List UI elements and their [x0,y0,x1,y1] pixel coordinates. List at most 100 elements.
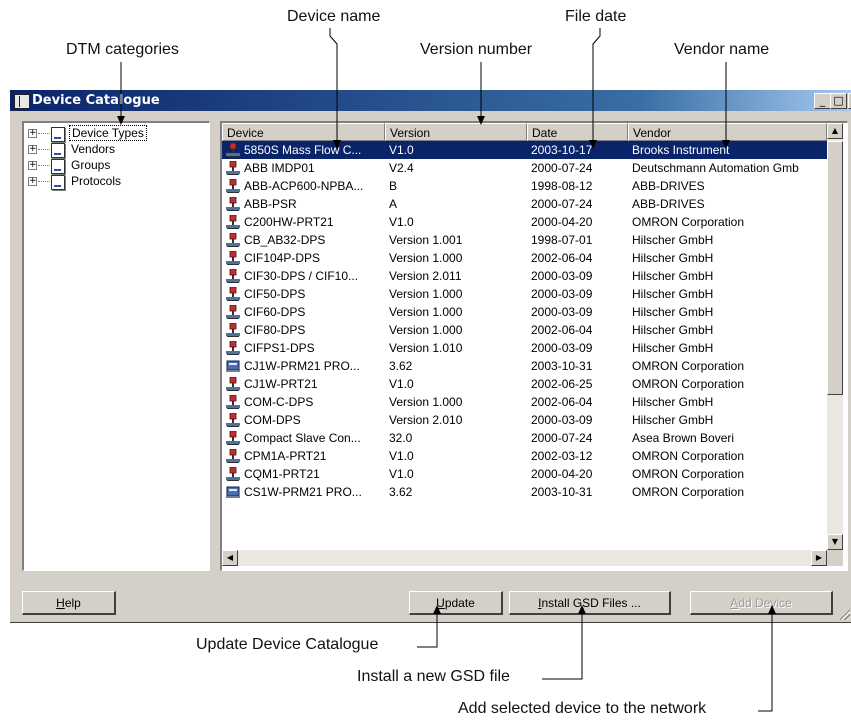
column-header-date[interactable]: Date [527,123,628,141]
device-row[interactable]: CIFPS1-DPS Version 1.010 2000-03-09 Hilsche… [222,339,827,357]
scroll-up-button[interactable]: ▲ [827,123,843,139]
cell-version: Version 1.000 [389,323,463,337]
device-row[interactable]: CJ1W-PRT21 V1.0 2002-06-25 OMRON Corporatio… [222,375,827,393]
cell-date: 2002-06-04 [531,395,593,409]
device-row[interactable]: C200HW-PRT21 V1.0 2000-04-20 OMRON Corporat… [222,213,827,231]
device-row[interactable]: CQM1-PRT21 V1.0 2000-04-20 OMRON Corporatio… [222,465,827,483]
plc-module-icon [226,486,240,498]
scroll-left-button[interactable]: ◀ [222,550,238,566]
device-row[interactable]: CB_AB32-DPS Version 1.001 1998-07-01 Hilsch… [222,231,827,249]
cell-date: 2002-03-12 [531,449,593,463]
vertical-scrollbar[interactable]: ▲ ▼ [827,123,843,550]
install-label: nstall GSD Files ... [541,596,641,610]
cell-device: ABB-PSR [244,197,297,211]
device-icon [226,395,240,409]
device-icon [226,161,240,175]
update-button[interactable]: Update [409,591,503,615]
vertical-scroll-thumb[interactable] [827,141,843,395]
horizontal-scrollbar[interactable]: ◀ ▶ [222,550,827,566]
cell-version: Version 1.010 [389,341,463,355]
scroll-right-button[interactable]: ▶ [811,550,827,566]
cell-version: V1.0 [389,449,414,463]
device-row[interactable]: Compact Slave Con... 32.0 2000-07-24 Asea B… [222,429,827,447]
device-icon [226,143,240,157]
tree-connector [38,133,50,134]
callout-vendor-name: Vendor name [674,41,770,58]
device-list[interactable]: Device Version Date Vendor 5850S Mass Fl… [220,121,848,571]
window-title: Device Catalogue [32,93,160,108]
help-mnemonic: H [56,596,65,610]
arrow-install [542,614,583,680]
expand-icon[interactable]: + [28,177,37,186]
cell-version: V1.0 [389,215,414,229]
cell-version: 3.62 [389,359,413,373]
cell-vendor: Hilscher GmbH [632,269,714,283]
cell-date: 2003-10-31 [531,359,593,373]
device-row[interactable]: ABB-ACP600-NPBA... B 1998-08-12 ABB-DRIVES [222,177,827,195]
expand-icon[interactable]: + [28,129,37,138]
device-icon [226,287,240,301]
device-row[interactable]: ABB IMDP01 V2.4 2000-07-24 Deutschmann Auto… [222,159,827,177]
device-row[interactable]: CS1W-PRM21 PRO... 3.62 2003-10-31 OMRON Cor… [222,483,827,501]
help-label: elp [64,596,81,610]
device-icon [226,413,240,427]
device-row[interactable]: CIF50-DPS Version 1.000 2000-03-09 Hilscher… [222,285,827,303]
device-row[interactable]: COM-C-DPS Version 1.000 2002-06-04 Hilscher… [222,393,827,411]
cell-date: 2000-03-09 [531,269,593,283]
cell-device: CPM1A-PRT21 [244,449,327,463]
column-header-vendor[interactable]: Vendor [628,123,827,141]
device-row[interactable]: COM-DPS Version 2.010 2000-03-09 Hilscher G… [222,411,827,429]
cell-date: 2000-07-24 [531,197,593,211]
cell-device: CQM1-PRT21 [244,467,320,481]
device-row[interactable]: 5850S Mass Flow C... V1.0 2003-10-17 Brooks… [222,141,827,159]
device-row[interactable]: CIF80-DPS Version 1.000 2002-06-04 Hilscher… [222,321,827,339]
cell-vendor: OMRON Corporation [632,449,745,463]
device-row[interactable]: CIF30-DPS / CIF10... Version 2.011 2000-03… [222,267,827,285]
device-icon [226,467,240,481]
device-row[interactable]: ABB-PSR A 2000-07-24 ABB-DRIVES [222,195,827,213]
device-row[interactable]: CIF104P-DPS Version 1.000 2002-06-04 Hilsch… [222,249,827,267]
scrollbar-corner [827,550,843,566]
cell-version: 3.62 [389,485,413,499]
resize-grip[interactable] [838,608,850,620]
cell-vendor: Hilscher GmbH [632,341,714,355]
install-gsd-files-button[interactable]: Install GSD Files ... [509,591,671,615]
cell-date: 1998-07-01 [531,233,593,247]
expand-icon[interactable]: + [28,145,37,154]
cell-device: C200HW-PRT21 [244,215,334,229]
callout-add-device: Add selected device to the network [458,700,707,717]
expand-icon[interactable]: + [28,161,37,170]
cell-version: B [389,179,398,193]
device-row[interactable]: CPM1A-PRT21 V1.0 2002-03-12 OMRON Corporati… [222,447,827,465]
cell-device: 5850S Mass Flow C... [244,143,362,157]
device-icon [226,377,240,391]
cell-date: 2000-07-24 [531,161,593,175]
cell-date: 2002-06-04 [531,323,593,337]
cell-version: Version 1.000 [389,251,463,265]
cell-vendor: Hilscher GmbH [632,413,714,427]
device-icon [226,269,240,283]
add-device-button[interactable]: Add Device [690,591,833,615]
tree-item-label: Protocols [71,174,122,188]
dtm-category-tree[interactable]: + Device Types + Vendors + Groups + Protocols [22,121,210,571]
add-device-label: dd Device [738,596,792,610]
minimize-button[interactable]: _ [814,93,831,109]
maximize-button[interactable]: □ [830,93,847,109]
device-row[interactable]: CJ1W-PRM21 PRO... 3.62 2003-10-31 OMRON Cor… [222,357,827,375]
device-icon [226,215,240,229]
column-header-device[interactable]: Device [222,123,385,141]
arrow-add-device [758,614,773,712]
cell-vendor: OMRON Corporation [632,485,745,499]
cell-device: COM-C-DPS [244,395,314,409]
title-bar[interactable]: Device Catalogue _ □ × [10,90,851,111]
device-catalogue-window: Device Catalogue _ □ × + Device Types + Ven… [9,89,851,622]
scroll-down-button[interactable]: ▼ [827,534,843,550]
device-row[interactable]: CIF60-DPS Version 1.000 2000-03-09 Hilscher… [222,303,827,321]
callout-update-catalogue: Update Device Catalogue [196,636,379,653]
cell-date: 2000-07-24 [531,431,593,445]
column-header-version[interactable]: Version [385,123,527,141]
help-button[interactable]: Help [22,591,116,615]
cell-device: CIF60-DPS [244,305,306,319]
device-icon [226,449,240,463]
callout-install-gsd: Install a new GSD file [357,668,510,685]
